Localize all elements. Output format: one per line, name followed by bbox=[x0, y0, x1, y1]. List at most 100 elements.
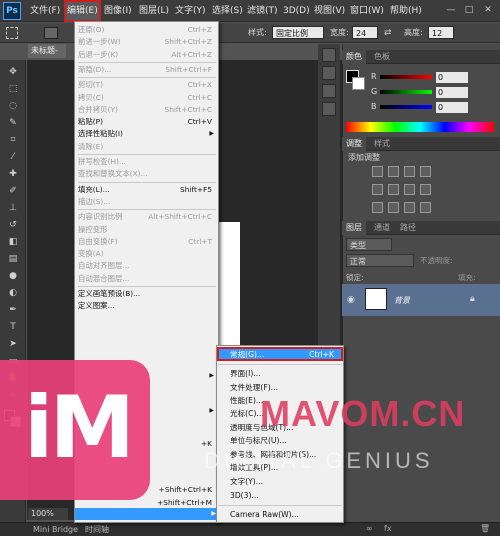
history-brush-icon[interactable]: ↺ bbox=[5, 218, 21, 232]
menu-select[interactable]: 选择(S) bbox=[212, 0, 243, 22]
submenu-item[interactable]: 界面(I)... bbox=[230, 367, 342, 380]
menu-type[interactable]: 文字(Y) bbox=[175, 0, 206, 22]
add-adjustment-title: 添加调整 bbox=[348, 153, 380, 162]
lasso-tool-icon[interactable]: ◌ bbox=[5, 99, 21, 113]
new-selection-icon[interactable] bbox=[44, 27, 58, 39]
submenu-item[interactable]: 常规(G)... Ctrl+K bbox=[230, 348, 342, 361]
posterize-icon[interactable] bbox=[388, 202, 399, 213]
clone-stamp-icon[interactable]: ⊥ bbox=[5, 201, 21, 215]
dodge-tool-icon[interactable]: ◐ bbox=[5, 286, 21, 300]
maximize-icon[interactable]: □ bbox=[462, 4, 476, 17]
path-select-icon[interactable]: ➤ bbox=[5, 337, 21, 351]
brightness-icon[interactable] bbox=[372, 166, 383, 177]
history-panel-icon[interactable] bbox=[322, 48, 336, 62]
menu-item-preferences[interactable]: ▶ bbox=[75, 508, 218, 520]
color-spectrum[interactable] bbox=[346, 122, 494, 132]
tab-layers[interactable]: 图层 bbox=[342, 221, 366, 235]
document-tab[interactable]: 未标题- bbox=[28, 44, 66, 58]
menu-filter[interactable]: 滤镜(T) bbox=[247, 0, 278, 22]
width-field[interactable]: 24 bbox=[352, 26, 378, 39]
edit-menu-item: 操控变形 bbox=[78, 224, 216, 236]
r-slider[interactable] bbox=[380, 75, 432, 79]
submenu-item[interactable]: Camera Raw(W)... bbox=[230, 508, 342, 521]
type-tool-icon[interactable]: T bbox=[5, 320, 21, 334]
paragraph-panel-icon[interactable] bbox=[322, 102, 336, 116]
tab-swatches[interactable]: 色板 bbox=[370, 50, 394, 64]
menu-image[interactable]: 图像(I) bbox=[104, 0, 132, 22]
blend-mode-select[interactable]: 正常 bbox=[346, 254, 414, 267]
menu-separator bbox=[78, 181, 216, 183]
crop-tool-icon[interactable]: ⌗ bbox=[5, 133, 21, 147]
brush-tool-icon[interactable]: ✐ bbox=[5, 184, 21, 198]
close-icon[interactable]: ✕ bbox=[481, 4, 495, 17]
minimize-icon[interactable]: — bbox=[444, 4, 458, 17]
edit-menu-item[interactable]: 定义图案... bbox=[78, 300, 216, 312]
layer-kind-filter[interactable]: 类型 bbox=[346, 238, 392, 251]
height-field[interactable]: 12 bbox=[428, 26, 454, 39]
submenu-item[interactable]: 3D(3)... bbox=[230, 489, 342, 502]
menu-help[interactable]: 帮助(H) bbox=[390, 0, 422, 22]
menu-edit[interactable]: 编辑(E) bbox=[64, 0, 101, 22]
marquee-tool-icon[interactable] bbox=[6, 27, 18, 39]
tab-paths[interactable]: 路径 bbox=[396, 221, 420, 235]
style-select[interactable]: 固定比例 bbox=[272, 26, 324, 39]
exposure-icon[interactable] bbox=[420, 166, 431, 177]
blur-tool-icon[interactable]: ● bbox=[5, 269, 21, 283]
character-panel-icon[interactable] bbox=[322, 84, 336, 98]
edit-menu-item[interactable]: 定义画笔预设(B)... bbox=[78, 288, 216, 300]
tab-color[interactable]: 颜色 bbox=[342, 50, 366, 64]
submenu-item[interactable]: 单位与标尺(U)... bbox=[230, 434, 342, 447]
menu-view[interactable]: 视图(V) bbox=[314, 0, 345, 22]
submenu-item-label: Camera Raw(W)... bbox=[230, 510, 299, 519]
black-white-icon[interactable] bbox=[420, 184, 431, 195]
quick-select-icon[interactable]: ✎ bbox=[5, 116, 21, 130]
g-value[interactable]: 0 bbox=[436, 87, 468, 98]
tab-styles[interactable]: 样式 bbox=[370, 137, 394, 151]
gradient-map-icon[interactable] bbox=[420, 202, 431, 213]
layer-style-icon[interactable]: fx bbox=[384, 524, 392, 533]
menu-item-label: 拷贝(C) bbox=[78, 92, 104, 102]
hue-saturation-icon[interactable] bbox=[388, 184, 399, 195]
edit-menu-item[interactable]: 填充(L)... Shift+F5 bbox=[78, 184, 216, 196]
bg-color-swatch[interactable] bbox=[352, 77, 365, 90]
watermark-tagline: DIGITAL GENIUS bbox=[204, 448, 434, 473]
menu-window[interactable]: 窗口(W) bbox=[350, 0, 384, 22]
menu-item-shortcut: Ctrl+Z bbox=[187, 25, 212, 34]
b-value[interactable]: 0 bbox=[436, 102, 468, 113]
eraser-tool-icon[interactable]: ◧ bbox=[5, 235, 21, 249]
tab-channels[interactable]: 通道 bbox=[370, 221, 394, 235]
menu-3d[interactable]: 3D(D) bbox=[283, 0, 310, 22]
color-balance-icon[interactable] bbox=[404, 184, 415, 195]
link-layers-icon[interactable]: ∞ bbox=[366, 524, 373, 533]
submenu-item[interactable]: 文字(Y)... bbox=[230, 475, 342, 488]
eyedropper-icon[interactable]: ⁄ bbox=[5, 150, 21, 164]
g-slider[interactable] bbox=[380, 90, 432, 94]
tab-timeline[interactable]: 时间轴 bbox=[82, 523, 112, 536]
layer-name[interactable]: 背景 bbox=[394, 295, 410, 306]
threshold-icon[interactable] bbox=[404, 202, 415, 213]
menu-layer[interactable]: 图层(L) bbox=[139, 0, 169, 22]
vibrance-icon[interactable] bbox=[372, 184, 383, 195]
invert-icon[interactable] bbox=[372, 202, 383, 213]
b-slider[interactable] bbox=[380, 105, 432, 109]
eye-visibility-icon[interactable]: ◉ bbox=[347, 295, 355, 305]
menu-file[interactable]: 文件(F) bbox=[30, 0, 60, 22]
healing-brush-icon[interactable]: ✚ bbox=[5, 167, 21, 181]
zoom-level[interactable]: 100% bbox=[28, 508, 68, 520]
levels-icon[interactable] bbox=[388, 166, 399, 177]
color-panel-tabs: 颜色 色板 bbox=[342, 50, 500, 64]
edit-menu-item[interactable]: 粘贴(P) Ctrl+V bbox=[78, 116, 216, 128]
properties-panel-icon[interactable] bbox=[322, 66, 336, 80]
swap-icon[interactable]: ⇄ bbox=[384, 28, 396, 38]
tab-adjustments[interactable]: 调整 bbox=[342, 137, 366, 151]
trash-icon[interactable]: 🗑︎ bbox=[480, 524, 490, 533]
edit-menu-item[interactable]: 选择性粘贴(I) ▶ bbox=[78, 128, 216, 140]
marquee-tool-icon[interactable]: ⬚ bbox=[5, 82, 21, 96]
gradient-tool-icon[interactable]: ▤ bbox=[5, 252, 21, 266]
menu-separator bbox=[78, 209, 216, 211]
r-value[interactable]: 0 bbox=[436, 72, 468, 83]
move-tool-icon[interactable]: ✥ bbox=[5, 65, 21, 79]
curves-icon[interactable] bbox=[404, 166, 415, 177]
pen-tool-icon[interactable]: ✒ bbox=[5, 303, 21, 317]
tab-mini-bridge[interactable]: Mini Bridge bbox=[30, 523, 81, 536]
